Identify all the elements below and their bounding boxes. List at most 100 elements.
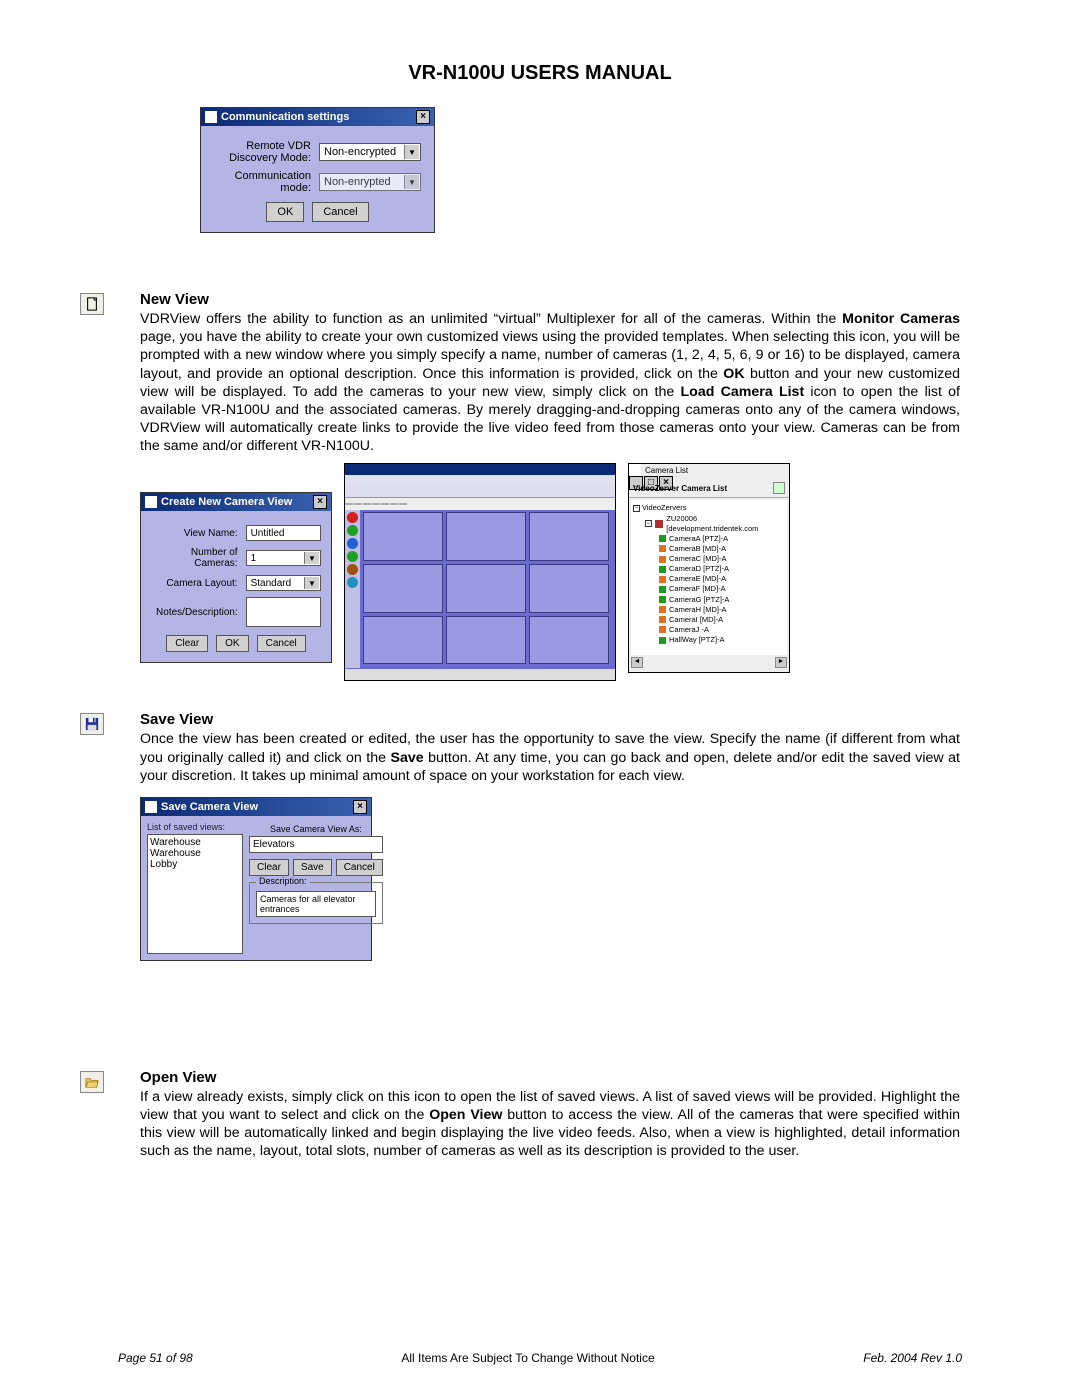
camera-tree-item[interactable]: CameraG [PTZ]-A — [659, 595, 785, 605]
camera-tree-item[interactable]: HallWay [PTZ]-A — [659, 635, 785, 645]
camera-label: CameraH [MD]-A — [669, 605, 727, 615]
label-view-name: View Name: — [151, 528, 238, 539]
server-icon — [655, 520, 664, 528]
save-button[interactable]: Save — [293, 859, 332, 876]
close-icon[interactable]: × — [353, 800, 367, 814]
textarea-description[interactable]: Cameras for all elevator entrances — [256, 891, 376, 917]
scroll-right-icon[interactable]: ► — [775, 657, 787, 668]
select-discovery-mode[interactable]: Non-encrypted — [319, 143, 421, 161]
dialog-title: Create New Camera View — [161, 496, 292, 508]
select-communication-mode[interactable]: Non-enrypted — [319, 173, 421, 191]
select-camera-layout[interactable]: Standard — [246, 575, 321, 591]
listbox-saved-views[interactable]: WarehouseWarehouseLobby — [147, 834, 243, 954]
chevron-down-icon[interactable] — [404, 175, 419, 189]
panel-title: Camera List — [645, 466, 688, 475]
heading-open-view: Open View — [140, 1069, 960, 1086]
camera-label: CameraG [PTZ]-A — [669, 595, 729, 605]
label-notes: Notes/Description: — [151, 607, 238, 618]
dialog-icon — [145, 496, 157, 508]
label-save-as: Save Camera View As: — [249, 824, 383, 834]
dialog-create-new-camera-view: Create New Camera View × View Name: Unti… — [140, 492, 332, 663]
close-icon[interactable]: × — [313, 495, 327, 509]
camera-tree-item[interactable]: CameraE [MD]-A — [659, 574, 785, 584]
page-title: VR-N100U USERS MANUAL — [0, 0, 1080, 95]
camera-status-icon — [659, 556, 666, 563]
camera-label: CameraI [MD]-A — [669, 615, 723, 625]
camera-status-icon — [659, 586, 666, 593]
camera-label: CameraA [PTZ]-A — [669, 534, 728, 544]
camera-tree-item[interactable]: CameraI [MD]-A — [659, 615, 785, 625]
refresh-icon[interactable] — [773, 482, 785, 494]
camera-tree-item[interactable]: CameraF [MD]-A — [659, 584, 785, 594]
camera-status-icon — [659, 566, 666, 573]
camera-tree-item[interactable]: CameraD [PTZ]-A — [659, 564, 785, 574]
dialog-icon — [145, 801, 157, 813]
titlebar: Communication settings × — [201, 108, 434, 126]
footer-revision: Feb. 2004 Rev 1.0 — [863, 1351, 962, 1365]
label-description: Description: — [256, 876, 310, 886]
list-item[interactable]: Warehouse — [150, 837, 240, 848]
camera-status-icon — [659, 576, 666, 583]
paragraph-open-view: If a view already exists, simply click o… — [140, 1088, 960, 1161]
camera-tree-item[interactable]: CameraA [PTZ]-A — [659, 534, 785, 544]
clear-button[interactable]: Clear — [166, 635, 208, 652]
camera-label: CameraJ -A — [669, 625, 709, 635]
chevron-down-icon[interactable] — [404, 145, 419, 159]
footer-notice: All Items Are Subject To Change Without … — [401, 1351, 654, 1365]
cancel-button[interactable]: Cancel — [336, 859, 383, 876]
paragraph-save-view: Once the view has been created or edited… — [140, 730, 960, 785]
clear-button[interactable]: Clear — [249, 859, 289, 876]
multiplexer-preview — [344, 463, 616, 681]
panel-icon — [629, 464, 641, 476]
camera-list-header: VideoZerver Camera List — [633, 484, 727, 493]
select-value: Non-encrypted — [324, 146, 396, 158]
dialog-icon — [205, 111, 217, 123]
input-view-name[interactable]: Untitled — [246, 525, 321, 541]
scroll-left-icon[interactable]: ◄ — [631, 657, 643, 668]
new-view-icon — [80, 293, 104, 315]
label-camera-layout: Camera Layout: — [151, 578, 238, 589]
select-value: Non-enrypted — [324, 176, 391, 188]
cancel-button[interactable]: Cancel — [312, 202, 368, 222]
camera-tree-item[interactable]: CameraH [MD]-A — [659, 605, 785, 615]
camera-status-icon — [659, 545, 666, 552]
camera-status-icon — [659, 637, 666, 644]
list-item[interactable]: Warehouse — [150, 848, 240, 859]
label-communication-mode: Communication mode: — [211, 170, 311, 194]
label-saved-views-list: List of saved views: — [147, 822, 243, 832]
panel-camera-list: Camera List _ □ × VideoZerver Camera Lis… — [628, 463, 790, 673]
textarea-notes[interactable] — [246, 597, 321, 627]
ok-button[interactable]: OK — [266, 202, 304, 222]
camera-tree-item[interactable]: CameraJ -A — [659, 625, 785, 635]
camera-label: CameraC [MD]-A — [669, 554, 727, 564]
cancel-button[interactable]: Cancel — [257, 635, 306, 652]
camera-tree-item[interactable]: CameraC [MD]-A — [659, 554, 785, 564]
ok-button[interactable]: OK — [216, 635, 248, 652]
chevron-down-icon[interactable] — [304, 577, 319, 589]
camera-status-icon — [659, 596, 666, 603]
collapse-icon[interactable]: − — [633, 505, 640, 512]
heading-save-view: Save View — [140, 711, 960, 728]
input-save-as[interactable]: Elevators — [249, 836, 383, 853]
camera-label: CameraE [MD]-A — [669, 574, 726, 584]
select-num-cameras[interactable]: 1 — [246, 550, 321, 566]
camera-label: CameraD [PTZ]-A — [669, 564, 729, 574]
close-icon[interactable]: × — [416, 110, 430, 124]
camera-list-tree[interactable]: − VideoZervers − ZU20006 [development.tr… — [631, 500, 787, 655]
open-view-icon — [80, 1071, 104, 1093]
camera-label: CameraB [MD]-A — [669, 544, 726, 554]
footer-page-number: Page 51 of 98 — [118, 1351, 193, 1365]
camera-label: CameraF [MD]-A — [669, 584, 726, 594]
chevron-down-icon[interactable] — [304, 552, 319, 564]
camera-status-icon — [659, 535, 666, 542]
heading-new-view: New View — [140, 291, 960, 308]
horizontal-scrollbar[interactable]: ◄ ► — [631, 657, 787, 668]
list-item[interactable]: Lobby — [150, 859, 240, 870]
tree-server-label: ZU20006 [development.tridentek.com — [666, 514, 785, 534]
dialog-title: Communication settings — [221, 111, 349, 123]
collapse-icon[interactable]: − — [645, 520, 652, 527]
camera-tree-item[interactable]: CameraB [MD]-A — [659, 544, 785, 554]
camera-label: HallWay [PTZ]-A — [669, 635, 725, 645]
label-num-cameras: Number of Cameras: — [151, 547, 238, 569]
label-discovery-mode: Remote VDR Discovery Mode: — [211, 140, 311, 164]
